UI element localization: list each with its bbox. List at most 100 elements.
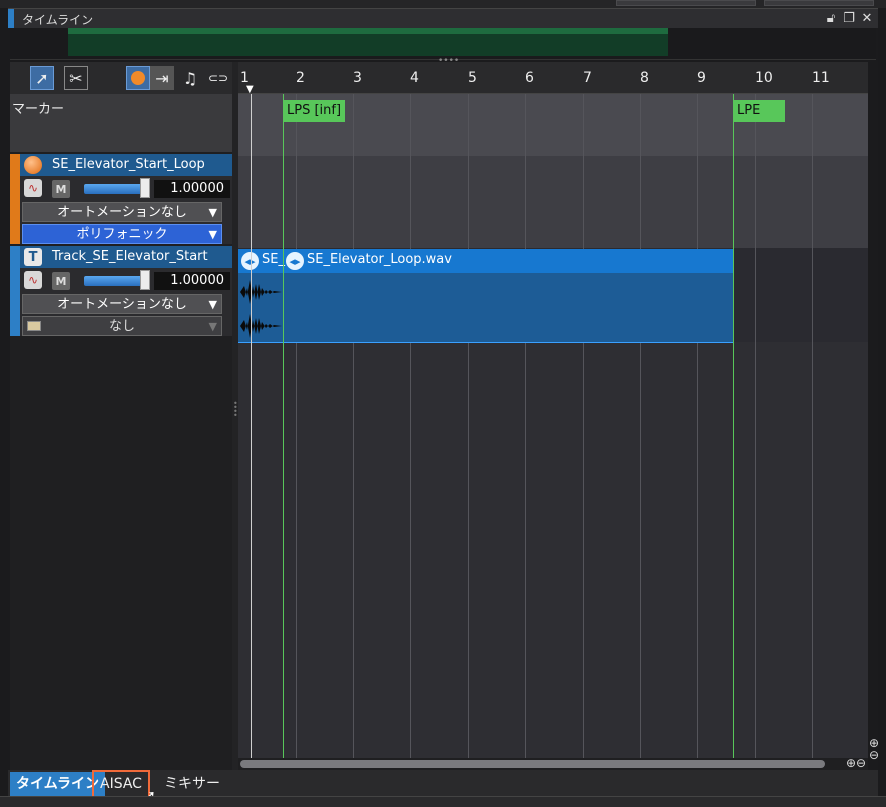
track-row[interactable]: SE_Elevator_Start_Loop ∿ M 1.00000 オートメー… <box>10 154 232 244</box>
loop-end-line[interactable] <box>733 94 734 758</box>
volume-value[interactable]: 1.00000 <box>154 272 230 290</box>
cue-orange-icon <box>24 156 42 174</box>
top-strip-segment <box>764 0 874 6</box>
ruler-tick: 2 <box>296 70 305 86</box>
waveform <box>240 280 282 338</box>
playback-mode-label: ポリフォニック <box>76 227 168 242</box>
track-header[interactable]: T Track_SE_Elevator_Start <box>20 246 232 268</box>
automation-dropdown-label: オートメーションなし <box>57 297 187 312</box>
overview-range[interactable] <box>68 28 668 56</box>
bottom-tab-bar: タイムライン AISAC ミキサー <box>8 770 878 798</box>
arrow-right-icon[interactable]: ⇥ <box>150 66 174 90</box>
clip-label: SE_Elevator_Loop.wav <box>307 252 452 267</box>
music-note-icon[interactable]: ♫ <box>178 66 202 90</box>
audio-clip-icon: ◂▸ <box>286 252 304 270</box>
category-dropdown-label: なし <box>108 319 135 334</box>
track-controls: ∿ M 1.00000 <box>20 178 232 200</box>
track-color-stripe <box>10 154 20 244</box>
loop-start-line[interactable] <box>283 94 284 758</box>
zoom-in-icon[interactable]: ⊕ <box>846 756 856 770</box>
automation-curve-icon[interactable]: ∿ <box>24 179 42 197</box>
automation-dropdown[interactable]: オートメーションなし ▼ <box>22 202 222 222</box>
ruler-tick: 9 <box>697 70 706 86</box>
bottom-panel-strip <box>0 796 886 807</box>
track-row[interactable]: T Track_SE_Elevator_Start ∿ M 1.00000 オー… <box>10 246 232 336</box>
track-header[interactable]: SE_Elevator_Start_Loop <box>20 154 232 176</box>
splitter-grip-icon[interactable]: • • • • <box>233 400 238 420</box>
timeline-grid[interactable]: ◂▸ SE_ ◂▸ SE_Elevator_Loop.wav LPS [inf]… <box>238 94 868 758</box>
playhead-line[interactable] <box>251 94 252 758</box>
restore-icon[interactable]: ❐ <box>842 11 856 26</box>
mute-button[interactable]: M <box>52 180 70 198</box>
grid-line <box>640 94 641 758</box>
track-type-icon: T <box>24 248 42 266</box>
title-accent <box>8 9 14 28</box>
tag-icon <box>27 321 41 331</box>
timeline-toolbar: ➚ ✂ ⇥ ♫ ⊂⊃ <box>10 62 232 94</box>
top-strip-segment <box>616 0 756 6</box>
split-tool-icon[interactable]: ✂ <box>64 66 88 90</box>
chevron-down-icon: ▼ <box>208 206 217 219</box>
zoom-out-icon[interactable]: ⊖ <box>869 748 879 762</box>
loop-end-flag[interactable]: LPE <box>733 100 785 122</box>
mute-button[interactable]: M <box>52 272 70 290</box>
chevron-down-icon: ▼ <box>208 298 217 311</box>
volume-value[interactable]: 1.00000 <box>154 180 230 198</box>
ruler-tick: 6 <box>525 70 534 86</box>
zoom-out-icon[interactable]: ⊖ <box>856 756 866 770</box>
track-lane[interactable] <box>238 156 868 248</box>
marker-label: マーカー <box>12 102 65 117</box>
close-icon[interactable]: ✕ <box>860 11 874 26</box>
track-name: SE_Elevator_Start_Loop <box>52 157 205 172</box>
timeline-overview[interactable]: •••• <box>10 28 876 66</box>
grid-line <box>468 94 469 758</box>
automation-dropdown[interactable]: オートメーションなし ▼ <box>22 294 222 314</box>
tab-aisac[interactable]: AISAC <box>92 770 150 798</box>
volume-slider[interactable] <box>84 184 142 194</box>
top-strip <box>0 0 886 8</box>
chevron-down-icon: ▼ <box>208 320 217 333</box>
ruler-tick: 3 <box>353 70 362 86</box>
volume-slider-knob[interactable] <box>140 178 150 198</box>
grid-line <box>697 94 698 758</box>
ruler-tick: 8 <box>640 70 649 86</box>
grid-line <box>353 94 354 758</box>
record-icon[interactable] <box>126 66 150 90</box>
ruler-tick: 7 <box>583 70 592 86</box>
ruler-tick: 10 <box>755 70 773 86</box>
marker-row[interactable]: マーカー <box>10 94 232 152</box>
track-list-panel: ➚ ✂ ⇥ ♫ ⊂⊃ マーカー SE_Elevator_Start_Loop ∿… <box>10 62 232 770</box>
category-dropdown[interactable]: なし ▼ <box>22 316 222 336</box>
clip-label: SE_ <box>262 252 285 267</box>
grid-line <box>525 94 526 758</box>
grid-line <box>755 94 756 758</box>
loop-start-flag[interactable]: LPS [inf] <box>283 100 346 122</box>
horizontal-scrollbar-thumb[interactable] <box>240 760 825 768</box>
audio-clip-icon: ◂▸ <box>241 252 259 270</box>
grid-line <box>812 94 813 758</box>
volume-slider-knob[interactable] <box>140 270 150 290</box>
timeline-panel-title: タイムライン 🔓︎ ❐ ✕ <box>8 8 878 28</box>
chevron-down-icon: ▼ <box>208 228 217 241</box>
volume-slider[interactable] <box>84 276 142 286</box>
link-icon[interactable]: ⊂⊃ <box>206 66 230 90</box>
select-tool-icon[interactable]: ➚ <box>30 66 54 90</box>
grid-line <box>583 94 584 758</box>
time-ruler[interactable]: 1 2 3 4 5 6 7 8 9 10 11 ▼ <box>238 62 868 95</box>
grid-line <box>410 94 411 758</box>
clip-body[interactable] <box>238 273 733 343</box>
ruler-tick: 4 <box>410 70 419 86</box>
lock-icon[interactable]: 🔓︎ <box>824 11 838 26</box>
automation-curve-icon[interactable]: ∿ <box>24 271 42 289</box>
playback-mode-dropdown[interactable]: ポリフォニック ▼ <box>22 224 222 244</box>
track-controls: ∿ M 1.00000 <box>20 270 232 292</box>
right-scrollbar[interactable] <box>878 28 886 770</box>
track-color-stripe <box>10 246 20 336</box>
track-name: Track_SE_Elevator_Start <box>52 249 208 264</box>
horizontal-scrollbar[interactable]: ⊕ ⊖ <box>238 756 868 770</box>
tab-mixer[interactable]: ミキサー <box>158 772 226 796</box>
tab-timeline[interactable]: タイムライン <box>10 772 106 796</box>
ruler-tick: 5 <box>468 70 477 86</box>
ruler-tick: 11 <box>812 70 830 86</box>
panel-title-text: タイムライン <box>22 13 94 27</box>
